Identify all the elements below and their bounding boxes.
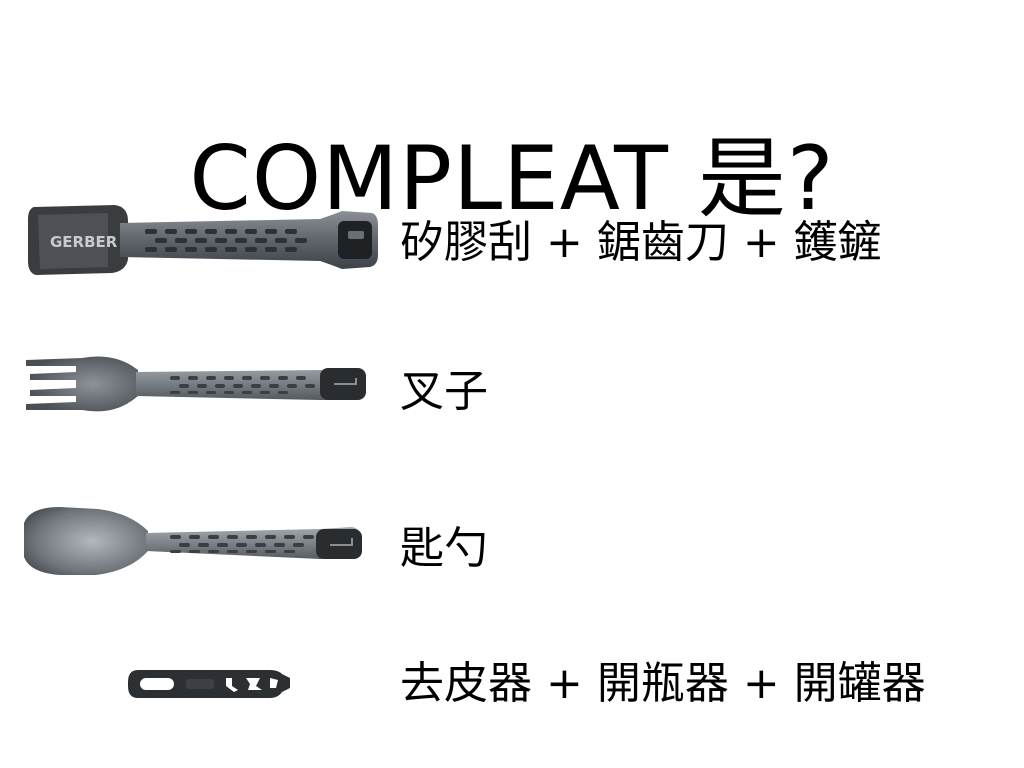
item-row-fork: 叉子 (0, 330, 1024, 440)
item-label-spoon: 匙勺 (400, 523, 488, 574)
gerber-logo-text: GERBER (50, 233, 118, 251)
item-label-fork: 叉子 (400, 366, 488, 417)
item-row-opener: 去皮器 + 開瓶器 + 開罐器 (0, 630, 1024, 740)
item-label-opener: 去皮器 + 開瓶器 + 開罐器 (400, 658, 926, 709)
peeler-opener-image (20, 630, 380, 740)
spoon-image (20, 485, 380, 595)
fork-image (20, 330, 380, 440)
item-row-spoon: 匙勺 (0, 485, 1024, 595)
item-label-tongs: 矽膠刮 + 鋸齒刀 + 鑊鏟 (400, 217, 882, 268)
item-row-tongs: GERBER 矽膠刮 + 鋸齒刀 + 鑊鏟 (0, 185, 1024, 295)
tongs-scraper-image: GERBER (20, 185, 380, 295)
